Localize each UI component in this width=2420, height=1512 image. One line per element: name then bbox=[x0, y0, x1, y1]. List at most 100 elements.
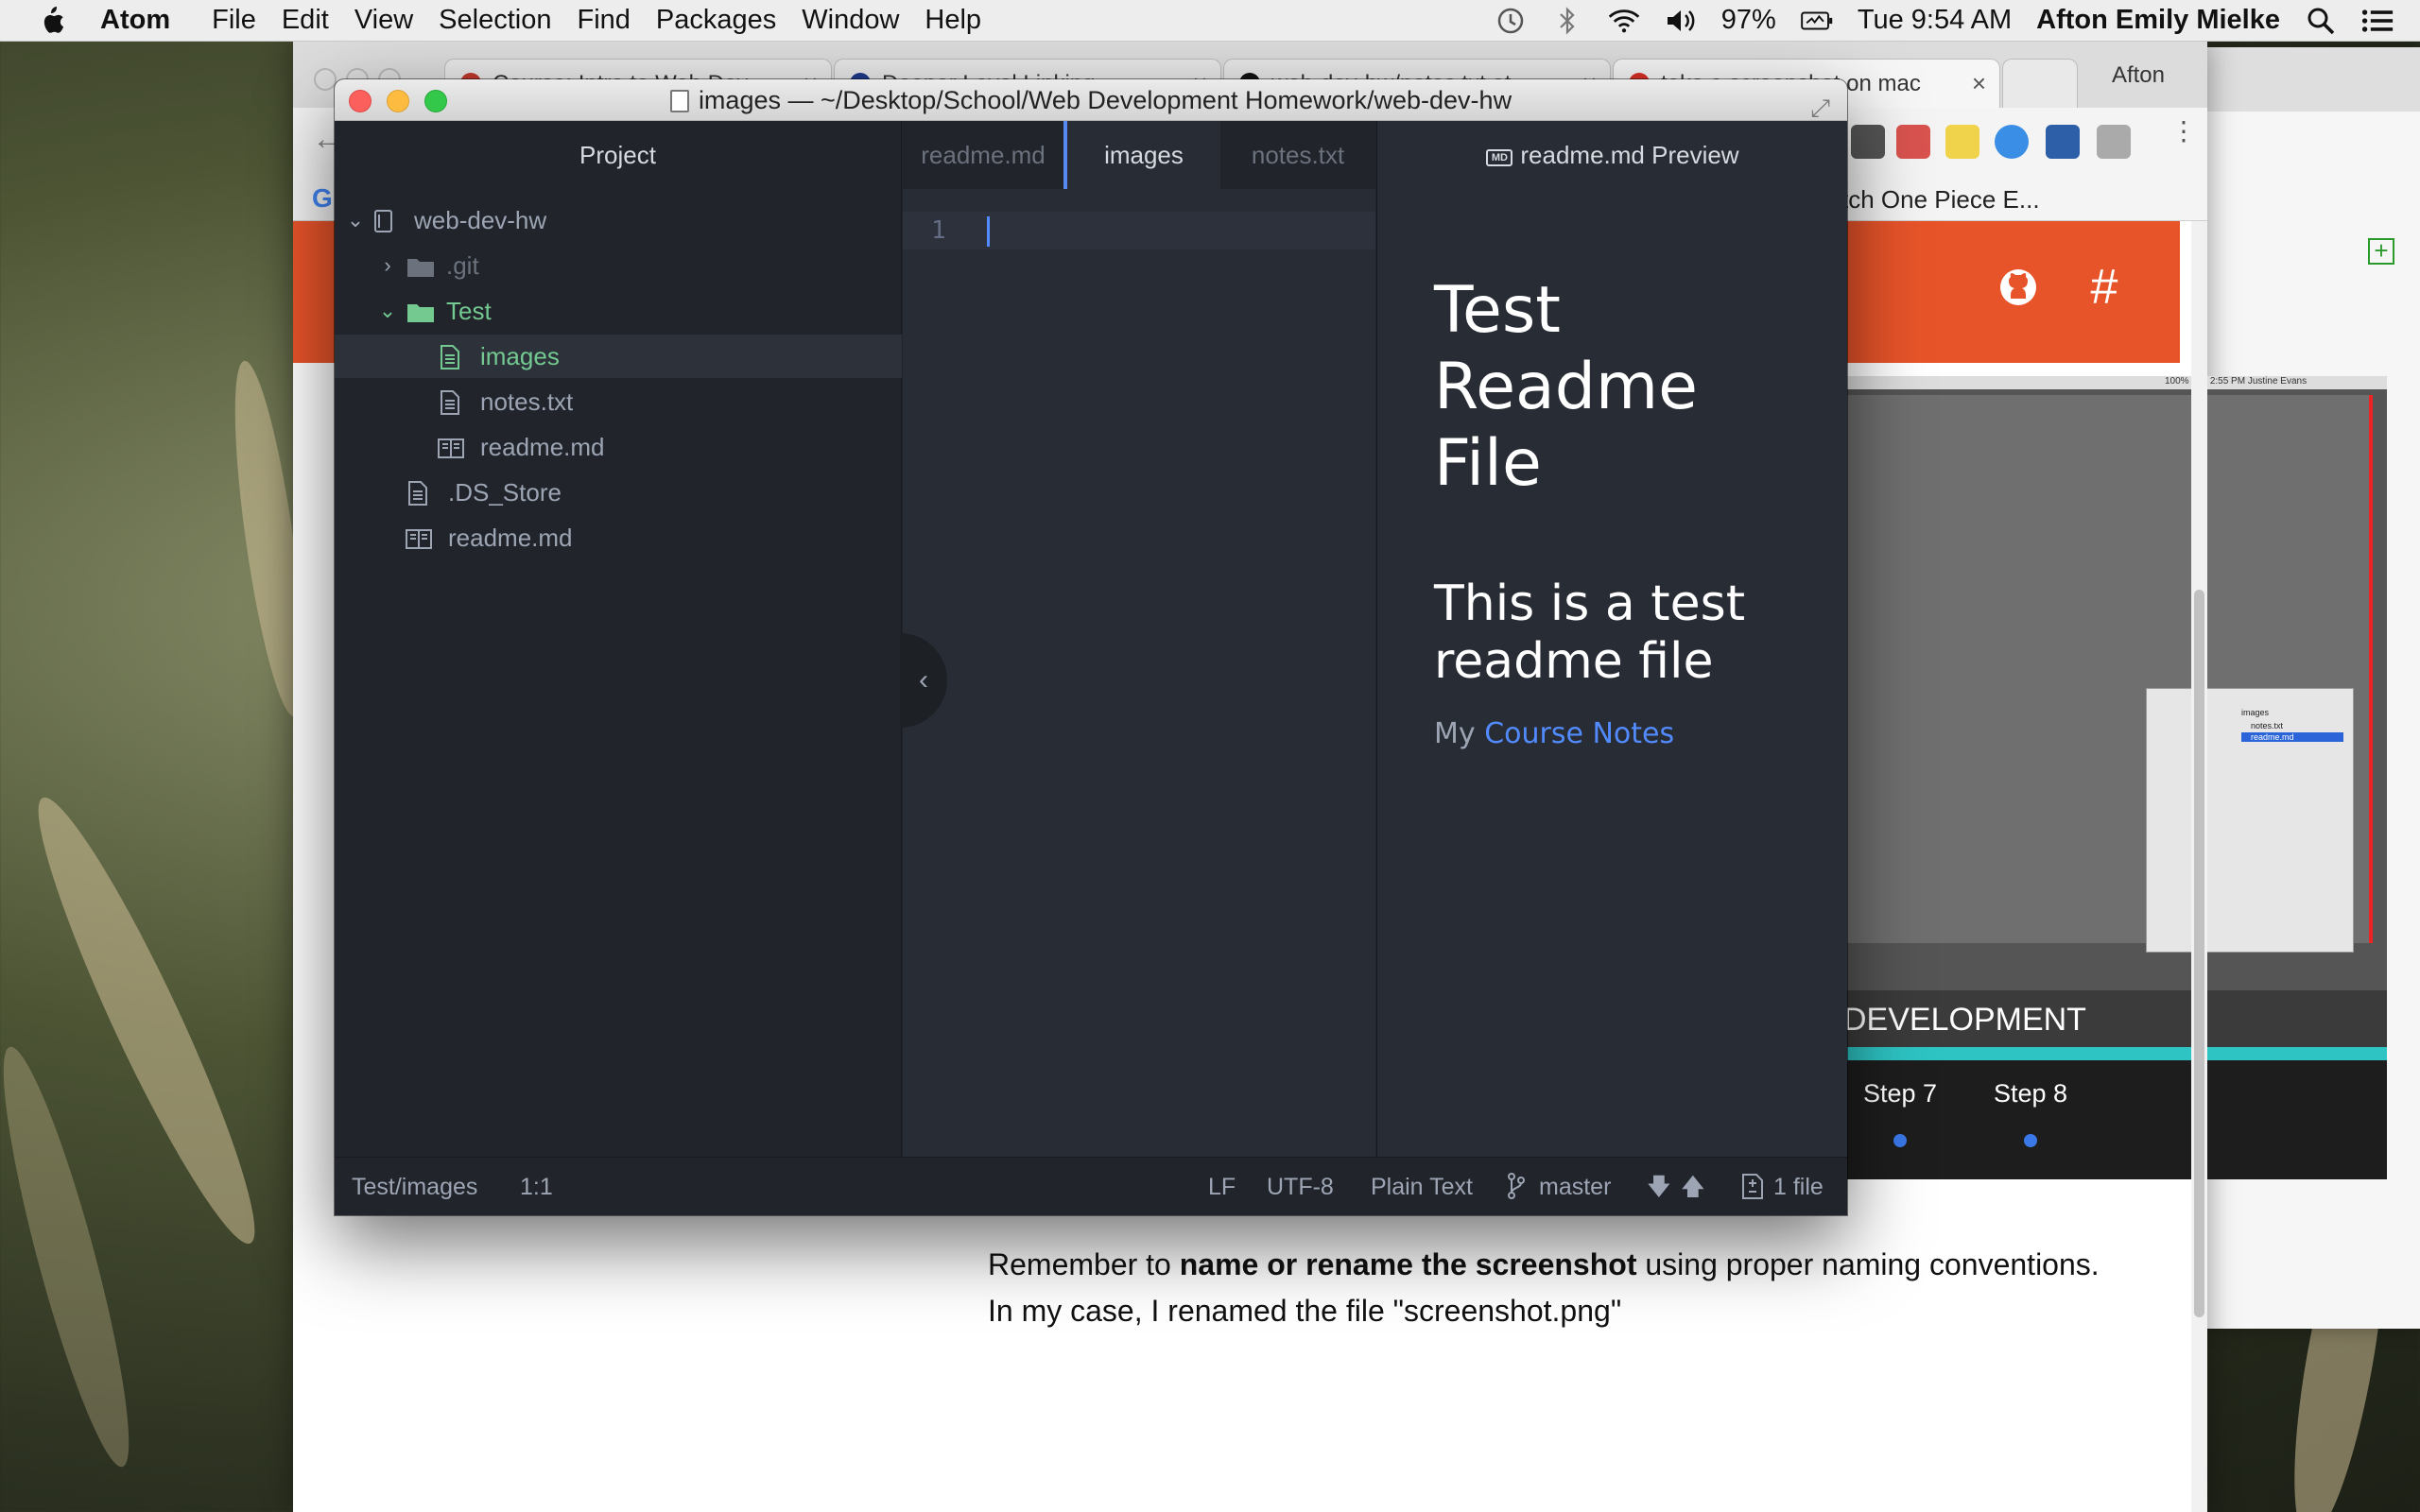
browser-profile[interactable]: Afton bbox=[2112, 62, 2165, 89]
status-encoding[interactable]: UTF-8 bbox=[1267, 1158, 1334, 1215]
tree-item-label: .DS_Store bbox=[448, 478, 562, 507]
git-fetch-icon[interactable]: 🡇 bbox=[1647, 1158, 1671, 1215]
tree-header[interactable]: Project bbox=[335, 121, 901, 189]
clock[interactable]: Tue 9:54 AM bbox=[1858, 5, 2012, 36]
status-line-ending[interactable]: LF bbox=[1208, 1158, 1236, 1215]
slack-icon[interactable]: # bbox=[2076, 259, 2133, 316]
step-8-dot[interactable] bbox=[2024, 1134, 2037, 1147]
spotlight-search-icon[interactable] bbox=[2305, 5, 2337, 37]
battery-percent: 97% bbox=[1720, 5, 1776, 35]
book-icon bbox=[438, 438, 464, 458]
mini-finder-item: notes.txt bbox=[2251, 721, 2284, 730]
tree-root-label: web-dev-hw bbox=[414, 206, 547, 234]
close-window-button[interactable] bbox=[349, 90, 372, 112]
close-tab-icon[interactable]: × bbox=[1972, 69, 1986, 98]
status-cursor-position[interactable]: 1:1 bbox=[520, 1158, 553, 1215]
chevron-down-icon[interactable]: ⌄ bbox=[346, 198, 365, 242]
window-title: images — ~/Desktop/School/Web Developmen… bbox=[698, 86, 1512, 114]
tree-item-root-readme[interactable]: readme.md bbox=[335, 516, 902, 559]
editor-tab-bar: readme.md images notes.txt bbox=[903, 121, 1375, 189]
tree-item-readme[interactable]: readme.md bbox=[335, 425, 902, 469]
bookmark-item[interactable]: tch One Piece E... bbox=[1841, 185, 2040, 215]
course-notes-link[interactable]: Course Notes bbox=[1484, 717, 1674, 750]
volume-icon[interactable] bbox=[1665, 5, 1697, 37]
menu-edit[interactable]: Edit bbox=[282, 5, 354, 36]
bluetooth-icon[interactable] bbox=[1551, 5, 1583, 37]
menu-help[interactable]: Help bbox=[925, 5, 1007, 36]
teal-stripe bbox=[1843, 1047, 2387, 1060]
status-changed-files[interactable]: 1 file bbox=[1773, 1158, 1824, 1215]
article-screenshot-image: 100% Tue 2:55 PM Justine Evans images no… bbox=[1843, 376, 2387, 1179]
tree-item-label: .git bbox=[446, 251, 479, 280]
article-paragraph: Remember to name or rename the screensho… bbox=[988, 1242, 2122, 1334]
mini-finder-window: images notes.txt readme.md bbox=[2146, 688, 2354, 953]
browser-menu-icon[interactable]: ⋮ bbox=[2170, 118, 2197, 159]
background-window-titlebar bbox=[2207, 47, 2420, 112]
book-icon bbox=[406, 529, 432, 549]
chevron-right-icon[interactable]: › bbox=[378, 244, 397, 287]
macos-menubar: Atom File Edit View Selection Find Packa… bbox=[0, 0, 2420, 42]
step-7[interactable]: Step 7 bbox=[1843, 1079, 1957, 1108]
file-text-icon bbox=[408, 481, 427, 506]
tree-item-images[interactable]: images bbox=[335, 335, 902, 378]
tree-item-notes[interactable]: notes.txt bbox=[335, 380, 902, 423]
menu-window[interactable]: Window bbox=[802, 5, 925, 36]
steps-nav: Step 7 Step 8 bbox=[1843, 1060, 2387, 1179]
menu-selection[interactable]: Selection bbox=[439, 5, 577, 36]
tree-item-git[interactable]: › .git bbox=[335, 244, 902, 287]
github-icon[interactable] bbox=[1990, 259, 2047, 316]
zoom-window-button[interactable] bbox=[424, 90, 447, 112]
line-number: 1 bbox=[931, 216, 946, 245]
article-text-bold: name or rename the screenshot bbox=[1179, 1247, 1637, 1281]
tab-notes[interactable]: notes.txt bbox=[1220, 121, 1375, 189]
tree-item-label: notes.txt bbox=[480, 387, 574, 416]
tree-item-label: readme.md bbox=[448, 524, 573, 552]
time-machine-icon[interactable] bbox=[1495, 5, 1527, 37]
new-tab-button[interactable] bbox=[2002, 59, 2078, 108]
wifi-icon[interactable] bbox=[1608, 5, 1640, 37]
extension-icon[interactable] bbox=[1945, 125, 1979, 159]
status-git-branch[interactable]: master bbox=[1539, 1158, 1611, 1215]
tab-images[interactable]: images bbox=[1063, 121, 1220, 189]
current-line-highlight bbox=[903, 212, 1375, 249]
menu-packages[interactable]: Packages bbox=[656, 5, 802, 36]
menu-find[interactable]: Find bbox=[577, 5, 655, 36]
tree-item-test[interactable]: ⌄ Test bbox=[335, 289, 902, 333]
add-icon[interactable]: + bbox=[2368, 238, 2394, 265]
menu-app-name[interactable]: Atom bbox=[100, 5, 212, 36]
step-8[interactable]: Step 8 bbox=[1974, 1079, 2087, 1108]
preview-heading-2: This is a test readme file bbox=[1434, 576, 1746, 690]
notification-center-icon[interactable] bbox=[2361, 5, 2394, 37]
extension-icon[interactable] bbox=[1896, 125, 1930, 159]
atom-titlebar: images — ~/Desktop/School/Web Developmen… bbox=[335, 79, 1847, 122]
tab-preview[interactable]: MD readme.md Preview bbox=[1377, 121, 1847, 189]
preview-paragraph: My Course Notes bbox=[1434, 717, 1812, 750]
git-push-icon[interactable]: 🡅 bbox=[1681, 1158, 1705, 1215]
chevron-left-icon[interactable]: ‹ bbox=[919, 664, 928, 696]
minimize-window-button[interactable] bbox=[387, 90, 409, 112]
user-name[interactable]: Afton Emily Mielke bbox=[2036, 5, 2280, 36]
extension-icon[interactable] bbox=[2097, 125, 2131, 159]
battery-icon[interactable] bbox=[1801, 5, 1833, 37]
tree-item-label: images bbox=[480, 342, 560, 370]
browser-close-button[interactable] bbox=[314, 68, 337, 91]
menu-view[interactable]: View bbox=[354, 5, 439, 36]
extension-icon[interactable] bbox=[1995, 125, 2029, 159]
tree-item-ds-store[interactable]: .DS_Store bbox=[335, 471, 902, 514]
step-7-dot[interactable] bbox=[1893, 1134, 1907, 1147]
tab-readme[interactable]: readme.md bbox=[903, 121, 1063, 189]
tree-item-label: readme.md bbox=[480, 433, 605, 461]
extension-icon[interactable] bbox=[1851, 125, 1885, 159]
chevron-down-icon[interactable]: ⌄ bbox=[378, 289, 397, 333]
status-file-path[interactable]: Test/images bbox=[352, 1158, 477, 1215]
tab-preview-label: readme.md Preview bbox=[1520, 141, 1739, 169]
browser-scrollbar-thumb[interactable] bbox=[2194, 590, 2204, 1317]
google-bookmark-icon[interactable]: G bbox=[312, 183, 333, 214]
extension-icon[interactable] bbox=[2046, 125, 2080, 159]
browser-scrollbar[interactable] bbox=[2191, 221, 2207, 1512]
menu-file[interactable]: File bbox=[212, 5, 282, 36]
text-cursor[interactable] bbox=[987, 216, 990, 247]
apple-icon[interactable] bbox=[38, 5, 66, 37]
tree-root[interactable]: ⌄ web-dev-hw bbox=[335, 198, 902, 242]
status-grammar[interactable]: Plain Text bbox=[1371, 1158, 1473, 1215]
